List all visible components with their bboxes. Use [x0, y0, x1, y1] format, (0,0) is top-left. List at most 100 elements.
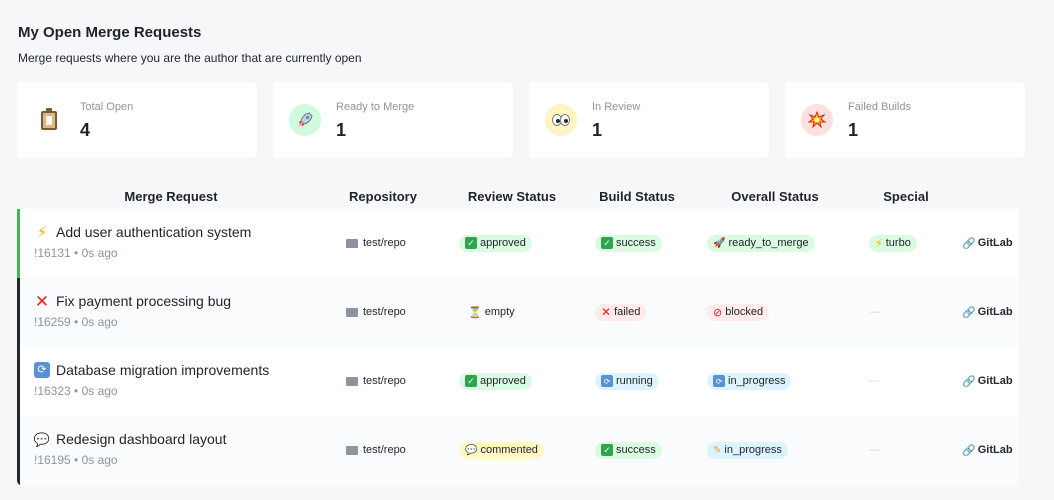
- card-ready-to-merge: Ready to Merge 1: [273, 82, 513, 158]
- card-value: 1: [592, 120, 603, 140]
- row-accent: [17, 209, 20, 278]
- row-accent: [17, 416, 20, 485]
- table-row[interactable]: ⚡ Add user authentication system !16131 …: [17, 209, 1019, 278]
- build-status-cell: ✓ success: [595, 233, 662, 253]
- folder-icon: [346, 238, 358, 248]
- review-status-cell: 💬 commented: [459, 440, 544, 460]
- mr-title-text[interactable]: Database migration improvements: [56, 362, 269, 378]
- overall-status-badge: ✎ in_progress: [707, 441, 788, 459]
- lightning-icon: ⚡: [875, 237, 883, 250]
- refresh-icon: ⟳: [601, 375, 613, 387]
- repo-name: test/repo: [363, 237, 406, 249]
- row-accent: [17, 347, 20, 416]
- link-icon: 🔗: [962, 375, 976, 388]
- overall-status-badge: ⟳ in_progress: [707, 372, 792, 390]
- review-status-label: commented: [480, 444, 538, 456]
- mr-title[interactable]: 💬 Redesign dashboard layout: [33, 431, 227, 447]
- repo-cell: test/repo: [346, 440, 406, 460]
- card-label: Ready to Merge: [336, 101, 415, 113]
- gitlab-link[interactable]: 🔗 GitLab: [962, 233, 1013, 253]
- gitlab-link[interactable]: 🔗 GitLab: [962, 371, 1013, 391]
- collision-icon: [801, 104, 833, 136]
- gitlab-link-label[interactable]: GitLab: [978, 306, 1013, 318]
- card-total-open: Total Open 4: [17, 82, 257, 158]
- table-header: Merge Request Repository Review Status B…: [17, 185, 1019, 209]
- review-status-badge: ✓ approved: [459, 372, 532, 390]
- pencil-icon: ✎: [713, 444, 722, 456]
- speech-bubble-icon: 💬: [33, 431, 51, 447]
- card-label: Total Open: [80, 101, 134, 113]
- special-empty: —: [869, 375, 880, 387]
- column-header-repository[interactable]: Repository: [349, 189, 417, 204]
- refresh-icon: ⟳: [34, 362, 50, 378]
- gitlab-link[interactable]: 🔗 GitLab: [962, 302, 1013, 322]
- gitlab-link[interactable]: 🔗 GitLab: [962, 440, 1013, 460]
- column-header-special[interactable]: Special: [883, 189, 929, 204]
- column-header-overall-status[interactable]: Overall Status: [731, 189, 818, 204]
- review-status-cell: ✓ approved: [459, 233, 532, 253]
- build-status-label: failed: [614, 306, 641, 318]
- repo-name: test/repo: [363, 375, 406, 387]
- special-cell: —: [869, 440, 880, 460]
- build-status-badge: ⟳ running: [595, 372, 659, 390]
- summary-cards: Total Open 4 Ready to Merge 1 In Review: [17, 82, 1025, 158]
- folder-icon: [346, 376, 358, 386]
- special-label: turbo: [885, 237, 911, 249]
- prohibited-icon: ⊘: [713, 306, 723, 319]
- overall-status-label: in_progress: [728, 375, 786, 387]
- build-status-badge: ✓ success: [595, 441, 662, 459]
- column-header-merge-request[interactable]: Merge Request: [124, 189, 217, 204]
- mr-title-text[interactable]: Redesign dashboard layout: [56, 431, 226, 447]
- card-value: 1: [336, 120, 347, 140]
- rocket-icon: 🚀: [713, 237, 726, 249]
- eyes-icon: [545, 104, 577, 136]
- overall-status-label: ready_to_merge: [728, 237, 809, 249]
- table-row[interactable]: ⟳ Database migration improvements !16323…: [17, 347, 1019, 416]
- mr-title-text[interactable]: Add user authentication system: [56, 224, 251, 240]
- card-value: 4: [80, 120, 91, 140]
- mr-title-text[interactable]: Fix payment processing bug: [56, 293, 231, 309]
- overall-status-cell: 🚀 ready_to_merge: [707, 233, 815, 253]
- review-status-label: approved: [480, 237, 526, 249]
- build-status-label: success: [616, 237, 656, 249]
- gitlab-link-label[interactable]: GitLab: [978, 444, 1013, 456]
- check-icon: ✓: [465, 237, 477, 249]
- row-accent: [17, 278, 20, 347]
- gitlab-link-label[interactable]: GitLab: [978, 375, 1013, 387]
- special-cell: —: [869, 371, 880, 391]
- repo-cell: test/repo: [346, 233, 406, 253]
- column-header-review-status[interactable]: Review Status: [468, 189, 556, 204]
- mr-title[interactable]: ✕ Fix payment processing bug: [34, 293, 231, 310]
- overall-status-label: blocked: [725, 306, 764, 318]
- mr-meta: !16195 • 0s ago: [34, 453, 118, 467]
- rocket-icon: [289, 104, 321, 136]
- special-empty: —: [869, 444, 880, 456]
- link-icon: 🔗: [962, 306, 976, 319]
- overall-status-badge: 🚀 ready_to_merge: [707, 234, 815, 252]
- page-title: My Open Merge Requests: [18, 24, 202, 41]
- speech-bubble-icon: 💬: [465, 444, 478, 456]
- special-cell: —: [869, 302, 880, 322]
- overall-status-label: in_progress: [724, 444, 782, 456]
- lightning-icon: ⚡: [36, 223, 48, 241]
- table-row[interactable]: ✕ Fix payment processing bug !16259 • 0s…: [17, 278, 1019, 347]
- build-status-badge: ✓ success: [595, 234, 662, 252]
- review-status-badge: 💬 commented: [459, 441, 544, 459]
- mr-meta: !16323 • 0s ago: [34, 384, 118, 398]
- table-row[interactable]: 💬 Redesign dashboard layout !16195 • 0s …: [17, 416, 1019, 485]
- mr-title[interactable]: ⟳ Database migration improvements: [34, 362, 269, 378]
- repo-cell: test/repo: [346, 371, 406, 391]
- column-header-build-status[interactable]: Build Status: [599, 189, 675, 204]
- review-status-cell: ✓ approved: [459, 371, 532, 391]
- mr-title[interactable]: ⚡ Add user authentication system: [34, 223, 252, 241]
- overall-status-cell: ⊘ blocked: [707, 302, 770, 322]
- card-label: Failed Builds: [848, 101, 911, 113]
- gitlab-link-label[interactable]: GitLab: [978, 237, 1013, 249]
- clipboard-icon: [33, 104, 65, 136]
- card-in-review: In Review 1: [529, 82, 769, 158]
- special-empty: —: [869, 306, 880, 318]
- overall-status-cell: ✎ in_progress: [707, 440, 788, 460]
- build-status-label: running: [616, 375, 653, 387]
- cross-mark-icon: ✕: [601, 305, 612, 319]
- build-status-cell: ⟳ running: [595, 371, 659, 391]
